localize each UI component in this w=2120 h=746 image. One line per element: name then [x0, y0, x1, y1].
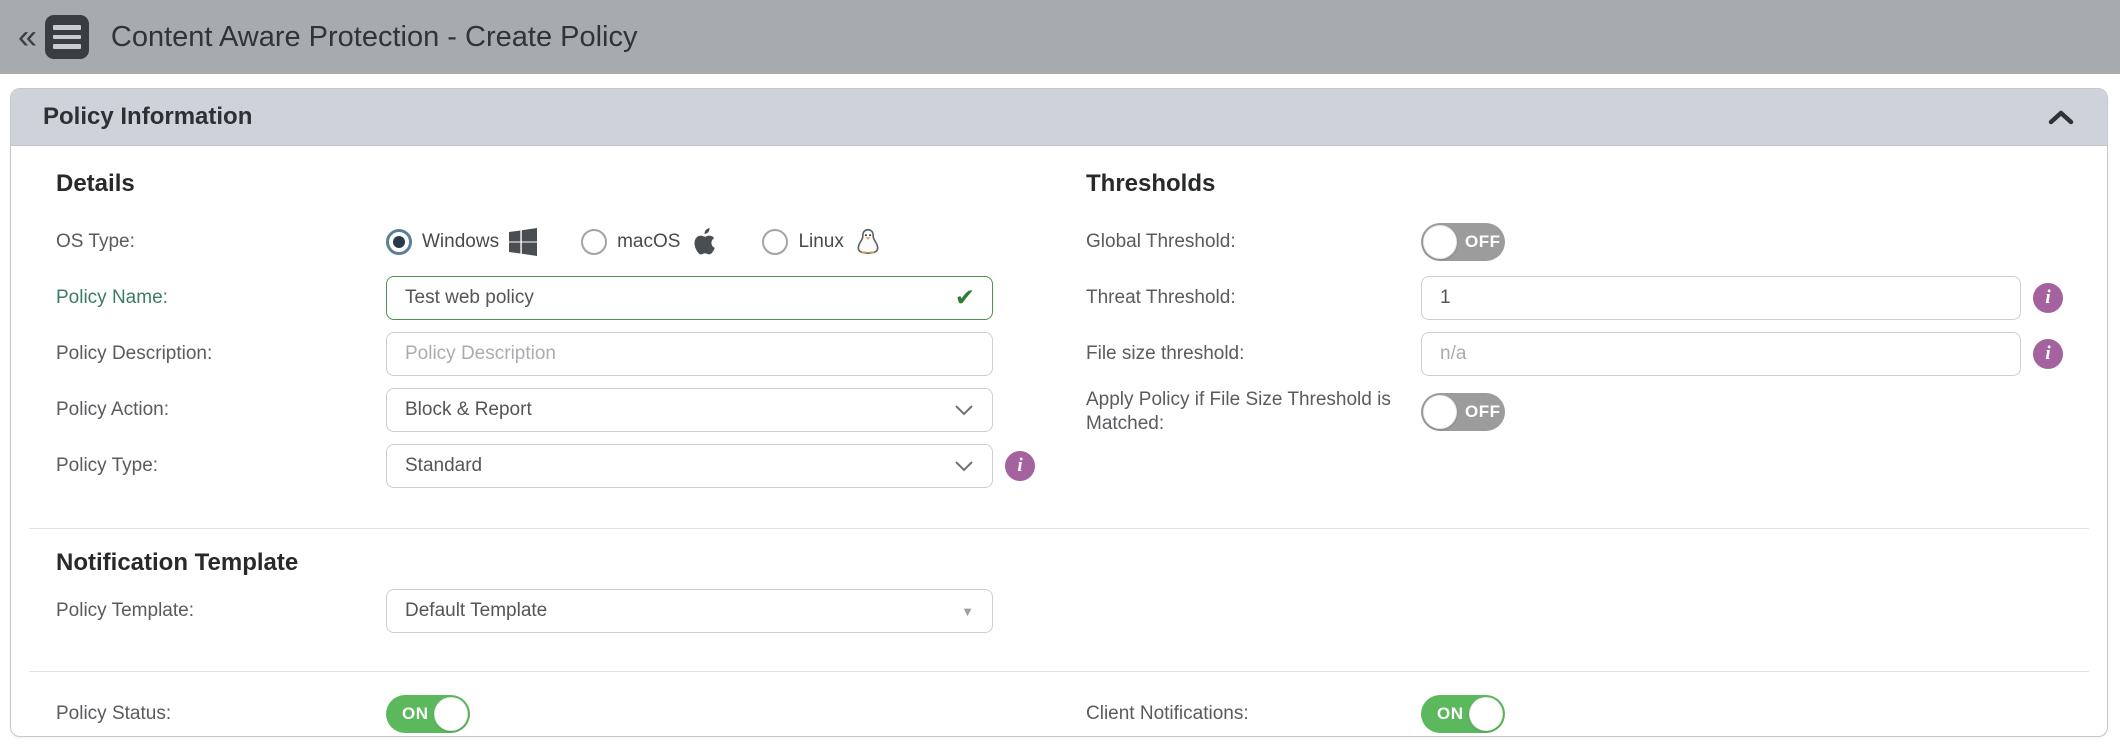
policy-type-row: Policy Type: Standard i [56, 444, 1056, 488]
policy-template-row: Policy Template: Default Template ▼ [56, 589, 1056, 633]
file-size-threshold-label: File size threshold: [1086, 343, 1245, 365]
policy-name-input[interactable] [386, 276, 993, 320]
client-notifications-toggle[interactable]: ON [1421, 695, 1505, 733]
linux-tux-icon [857, 228, 879, 254]
os-option-label: Linux [798, 231, 844, 252]
toggle-state-label: OFF [1465, 232, 1501, 251]
chevron-down-icon [955, 461, 973, 472]
policy-template-dropdown[interactable]: Default Template ▼ [386, 589, 993, 633]
threat-threshold-info-icon[interactable]: i [2033, 283, 2063, 313]
policy-action-select[interactable]: Block & Report [386, 388, 993, 432]
policy-template-value: Default Template [405, 600, 548, 621]
os-option-label: macOS [617, 231, 681, 252]
toggle-state-label: OFF [1465, 401, 1501, 421]
threat-threshold-row: Threat Threshold: i [1086, 276, 2079, 320]
client-notifications-row: Client Notifications: ON [1086, 692, 2079, 736]
global-threshold-toggle[interactable]: OFF [1421, 223, 1505, 261]
os-type-row: OS Type: Windows macOS Linux [56, 220, 1056, 264]
panel-title: Policy Information [43, 103, 253, 130]
windows-logo-icon [509, 228, 538, 256]
notification-template-heading: Notification Template [56, 549, 299, 576]
collapse-sidebar-icon[interactable]: « [18, 20, 37, 54]
menu-list-icon[interactable] [44, 15, 89, 59]
dropdown-triangle-icon: ▼ [961, 603, 974, 619]
radio-unselected-icon [762, 229, 789, 255]
page-title: Content Aware Protection - Create Policy [110, 20, 638, 53]
file-size-threshold-row: File size threshold: i [1086, 332, 2079, 376]
global-threshold-row: Global Threshold: OFF [1086, 220, 2079, 264]
toggle-knob [1423, 394, 1457, 429]
toggle-knob [1423, 225, 1457, 259]
global-threshold-label: Global Threshold: [1086, 231, 1236, 253]
threat-threshold-label: Threat Threshold: [1086, 287, 1236, 309]
panel-body: Details OS Type: Windows macOS Linux Pol… [11, 146, 2107, 736]
policy-name-label: Policy Name: [56, 287, 168, 309]
policy-type-label: Policy Type: [56, 455, 159, 477]
apply-policy-label: Apply Policy if File Size Threshold is M… [1086, 389, 1391, 434]
apple-logo-icon [694, 228, 716, 255]
details-heading: Details [56, 170, 135, 197]
policy-status-label: Policy Status: [56, 703, 172, 725]
apply-policy-row: Apply Policy if File Size Threshold is M… [1086, 388, 2079, 436]
policy-type-value: Standard [405, 455, 483, 476]
client-notifications-label: Client Notifications: [1086, 703, 1249, 725]
collapse-chevron-up-icon[interactable] [2047, 109, 2075, 126]
toggle-knob [434, 697, 468, 731]
policy-description-input[interactable] [386, 332, 993, 376]
policy-status-row: Policy Status: ON [56, 692, 1056, 736]
chevron-down-icon [955, 405, 973, 416]
menu-bar [52, 25, 81, 30]
file-size-threshold-input[interactable] [1421, 332, 2021, 376]
os-radio-linux[interactable]: Linux [762, 228, 881, 256]
policy-description-row: Policy Description: [56, 332, 1056, 376]
top-header-bar: « Content Aware Protection - Create Poli… [0, 0, 2120, 74]
thresholds-heading: Thresholds [1086, 170, 1216, 197]
os-type-radio-group: Windows macOS Linux [386, 228, 882, 256]
os-type-label: OS Type: [56, 231, 135, 253]
policy-name-row: Policy Name: ✔ [56, 276, 1056, 320]
policy-status-toggle[interactable]: ON [386, 695, 470, 733]
menu-bar [52, 44, 81, 49]
policy-action-row: Policy Action: Block & Report [56, 388, 1056, 432]
toggle-state-label: ON [1437, 704, 1464, 723]
menu-bar [52, 34, 81, 40]
policy-type-select[interactable]: Standard [386, 444, 993, 488]
section-divider [29, 671, 2089, 672]
radio-unselected-icon [581, 229, 608, 255]
policy-action-label: Policy Action: [56, 399, 169, 421]
toggle-state-label: ON [402, 704, 429, 723]
policy-information-panel: Policy Information Details OS Type: Wind… [10, 88, 2108, 737]
os-radio-macos[interactable]: macOS [581, 228, 718, 256]
toggle-knob [1469, 697, 1503, 731]
file-size-threshold-info-icon[interactable]: i [2033, 339, 2063, 369]
radio-selected-icon [386, 229, 412, 255]
policy-description-label: Policy Description: [56, 343, 213, 365]
policy-action-value: Block & Report [405, 399, 532, 420]
os-radio-windows[interactable]: Windows [386, 228, 538, 256]
policy-type-info-icon[interactable]: i [1005, 451, 1035, 481]
apply-policy-toggle[interactable]: OFF [1421, 392, 1505, 431]
policy-information-header[interactable]: Policy Information [11, 89, 2107, 146]
threat-threshold-input[interactable] [1421, 276, 2021, 320]
os-option-label: Windows [422, 231, 500, 252]
policy-template-label: Policy Template: [56, 600, 194, 622]
